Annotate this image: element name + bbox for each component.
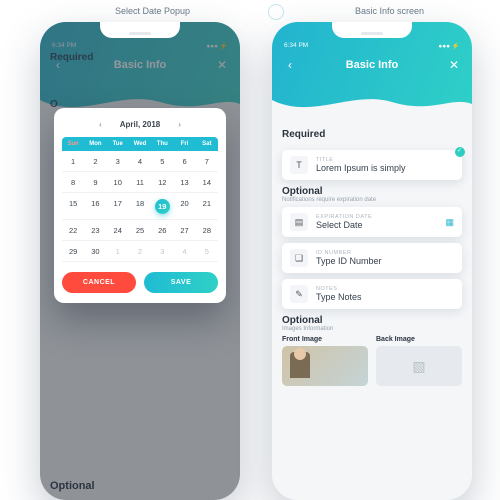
screen-left: 6:34 PM ●●● ⚡ ‹ Basic Info ✕ Required O …: [40, 22, 240, 500]
weekday-cell: Mon: [84, 137, 106, 151]
calendar-day[interactable]: 5: [196, 241, 218, 262]
calendar-day[interactable]: 7: [196, 151, 218, 172]
section-optional1-title: Optional: [282, 186, 462, 197]
calendar-day[interactable]: 29: [62, 241, 84, 262]
calendar-day[interactable]: 27: [173, 220, 195, 241]
text-icon: T: [290, 156, 308, 174]
weekday-cell: Wed: [129, 137, 151, 151]
phone-mock-right: 6:34 PM ●●● ⚡ ‹ Basic Info ✕ Required T …: [272, 22, 472, 500]
cancel-button[interactable]: CANCEL: [62, 272, 136, 293]
calendar-day[interactable]: 22: [62, 220, 84, 241]
calendar-day[interactable]: 2: [129, 241, 151, 262]
month-label: April, 2018: [120, 120, 160, 129]
prev-month-button[interactable]: ‹: [95, 118, 106, 131]
field-value: Select Date: [316, 220, 437, 230]
field-date-card[interactable]: ▤ EXPIRATION DATE Select Date ▦: [282, 207, 462, 237]
device-notch: [332, 22, 412, 38]
calendar-day[interactable]: 13: [173, 172, 195, 193]
calendar-icon: ▤: [290, 213, 308, 231]
calendar-day[interactable]: 26: [151, 220, 173, 241]
calendar-day[interactable]: 1: [62, 151, 84, 172]
caption-right: Basic Info screen: [355, 6, 424, 16]
weekday-cell: Thu: [151, 137, 173, 151]
section-optional2-title: Optional: [282, 315, 462, 326]
calendar-day[interactable]: 4: [129, 151, 151, 172]
back-image-label: Back Image: [376, 336, 462, 343]
section-optional2-sub: Images Information: [282, 326, 462, 332]
calendar-day[interactable]: 17: [107, 193, 129, 220]
save-button[interactable]: SAVE: [144, 272, 218, 293]
page-title: Basic Info: [296, 59, 448, 71]
next-month-button[interactable]: ›: [174, 118, 185, 131]
status-icons: ●●● ⚡: [438, 42, 460, 50]
weekday-cell: Sun: [62, 137, 84, 151]
calendar-day[interactable]: 21: [196, 193, 218, 220]
validated-badge: [455, 147, 465, 157]
status-time: 6:34 PM: [284, 42, 308, 50]
front-image-thumb[interactable]: [282, 346, 368, 386]
header-wave: [272, 90, 472, 118]
calendar-day[interactable]: 3: [107, 151, 129, 172]
calendar-day[interactable]: 28: [196, 220, 218, 241]
calendar-day[interactable]: 2: [84, 151, 106, 172]
field-notes-card[interactable]: ✎ NOTES Type Notes: [282, 279, 462, 309]
calendar-day[interactable]: 10: [107, 172, 129, 193]
phone-mock-left: 6:34 PM ●●● ⚡ ‹ Basic Info ✕ Required O …: [40, 22, 240, 500]
caption-left: Select Date Popup: [115, 6, 190, 16]
calendar-day[interactable]: 16: [84, 193, 106, 220]
calendar-grid: 1234567891011121314151617181920212223242…: [62, 151, 218, 262]
front-image-label: Front Image: [282, 336, 368, 343]
field-value: Type Notes: [316, 292, 454, 302]
field-id-card[interactable]: ❏ ID NUMBER Type ID Number: [282, 243, 462, 273]
screen-right: 6:34 PM ●●● ⚡ ‹ Basic Info ✕ Required T …: [272, 22, 472, 500]
close-icon[interactable]: ✕: [448, 58, 460, 72]
calendar-day[interactable]: 20: [173, 193, 195, 220]
calendar-day[interactable]: 23: [84, 220, 106, 241]
device-notch: [100, 22, 180, 38]
status-bar: 6:34 PM ●●● ⚡: [272, 42, 472, 56]
calendar-day[interactable]: 8: [62, 172, 84, 193]
calendar-day[interactable]: 24: [107, 220, 129, 241]
calendar-open-icon[interactable]: ▦: [445, 217, 454, 228]
calendar-day[interactable]: 5: [151, 151, 173, 172]
calendar-day[interactable]: 25: [129, 220, 151, 241]
calendar-day[interactable]: 9: [84, 172, 106, 193]
weekday-cell: Tue: [107, 137, 129, 151]
page-indicator-circle: [268, 4, 284, 20]
section-required-title: Required: [282, 129, 462, 140]
calendar-day[interactable]: 30: [84, 241, 106, 262]
calendar-day[interactable]: 11: [129, 172, 151, 193]
calendar-day[interactable]: 18: [129, 193, 151, 220]
weekday-header: SunMonTueWedThuFriSat: [62, 137, 218, 151]
calendar-day[interactable]: 12: [151, 172, 173, 193]
calendar-day[interactable]: 15: [62, 193, 84, 220]
bg-required-label: Required: [50, 52, 230, 63]
back-image-placeholder[interactable]: ▧: [376, 346, 462, 386]
calendar-day[interactable]: 19: [151, 193, 173, 220]
weekday-cell: Fri: [173, 137, 195, 151]
bg-optional-bottom: Optional: [50, 480, 95, 492]
id-icon: ❏: [290, 249, 308, 267]
date-picker-popup: ‹ April, 2018 › SunMonTueWedThuFriSat 12…: [54, 108, 226, 303]
calendar-day[interactable]: 14: [196, 172, 218, 193]
calendar-day[interactable]: 4: [173, 241, 195, 262]
calendar-day[interactable]: 1: [107, 241, 129, 262]
weekday-cell: Sat: [196, 137, 218, 151]
section-optional1-sub: Notifications require expiration date: [282, 197, 462, 203]
section-required-sub: [282, 140, 462, 146]
calendar-day[interactable]: 3: [151, 241, 173, 262]
field-value: Type ID Number: [316, 256, 454, 266]
calendar-day[interactable]: 6: [173, 151, 195, 172]
notes-icon: ✎: [290, 285, 308, 303]
field-value: Lorem Ipsum is simply: [316, 163, 454, 173]
field-title-card[interactable]: T TITLE Lorem Ipsum is simply: [282, 150, 462, 180]
back-icon[interactable]: ‹: [284, 58, 296, 72]
